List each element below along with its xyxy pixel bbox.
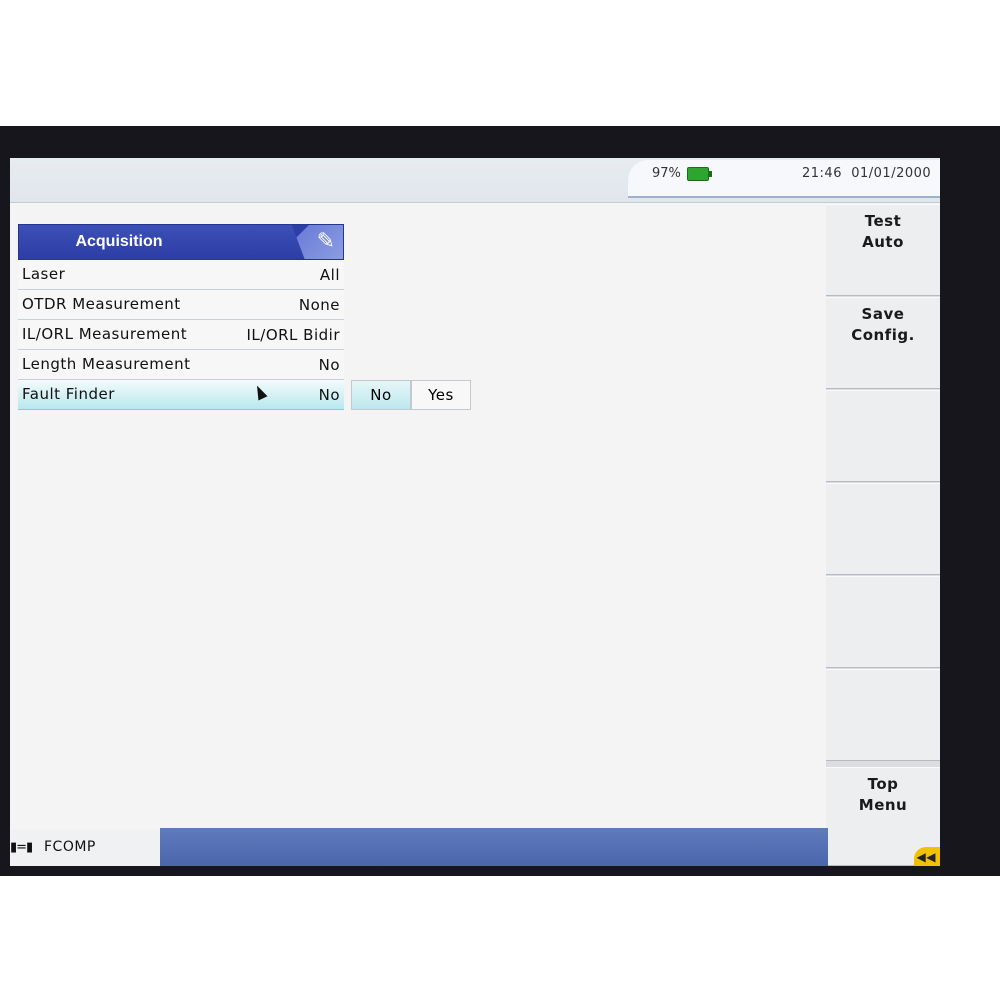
top-menu-button[interactable]: Top Menu ◀◀: [826, 767, 940, 866]
row-label: Fault Finder: [22, 385, 115, 403]
row-label: Laser: [22, 265, 66, 283]
empty-softkey-5[interactable]: [826, 576, 940, 668]
side-menu: Test Auto Save Config. Top Menu ◀◀: [826, 204, 940, 866]
status-bar: 97% 21:46 01/01/2000: [10, 158, 940, 203]
edit-icon[interactable]: ✎: [291, 225, 343, 259]
row-length-measurement[interactable]: Length Measurement No: [18, 350, 344, 380]
save-config-button[interactable]: Save Config.: [826, 297, 940, 389]
bottom-bar: [160, 828, 828, 866]
button-line: Test: [864, 212, 902, 230]
option-no[interactable]: No: [351, 380, 411, 410]
row-label: OTDR Measurement: [22, 295, 181, 313]
button-line: Save: [861, 305, 905, 323]
button-line: Config.: [851, 326, 915, 344]
date: 01/01/2000: [851, 166, 932, 181]
row-fault-finder[interactable]: Fault Finder No: [18, 380, 344, 410]
panel-header: Acquisition ✎: [18, 224, 344, 260]
empty-softkey-6[interactable]: [826, 669, 940, 761]
time: 21:46: [802, 166, 842, 181]
clock: 21:46 01/01/2000: [802, 166, 931, 181]
battery-level: 97%: [652, 166, 681, 181]
row-value: None: [298, 296, 340, 314]
test-auto-button[interactable]: Test Auto: [826, 204, 940, 296]
option-yes[interactable]: Yes: [411, 380, 471, 410]
module-name: FCOMP: [44, 839, 96, 855]
row-label: IL/ORL Measurement: [22, 325, 188, 343]
device-screen: 97% 21:46 01/01/2000 Acquisition ✎ Laser…: [10, 158, 940, 866]
button-line: Auto: [862, 233, 904, 251]
row-laser[interactable]: Laser All: [18, 260, 344, 290]
module-indicator: ▮=▮ FCOMP: [10, 830, 160, 866]
row-value: IL/ORL Bidir: [246, 326, 340, 344]
row-otdr-measurement[interactable]: OTDR Measurement None: [18, 290, 344, 320]
empty-softkey-4[interactable]: [826, 483, 940, 575]
empty-softkey-3[interactable]: [826, 390, 940, 482]
row-value: All: [319, 266, 340, 284]
row-label: Length Measurement: [22, 355, 191, 373]
row-value: No: [318, 356, 340, 374]
acquisition-panel: Acquisition ✎ Laser All OTDR Measurement…: [18, 224, 344, 410]
back-icon[interactable]: ◀◀: [914, 847, 940, 865]
panel-title: Acquisition: [75, 233, 163, 250]
battery-icon: [687, 167, 712, 181]
connector-icon: ▮=▮: [10, 840, 33, 855]
row-il-orl-measurement[interactable]: IL/ORL Measurement IL/ORL Bidir: [18, 320, 344, 350]
button-line: Menu: [858, 796, 908, 814]
button-line: Top: [867, 775, 899, 793]
row-value: No: [318, 386, 340, 404]
